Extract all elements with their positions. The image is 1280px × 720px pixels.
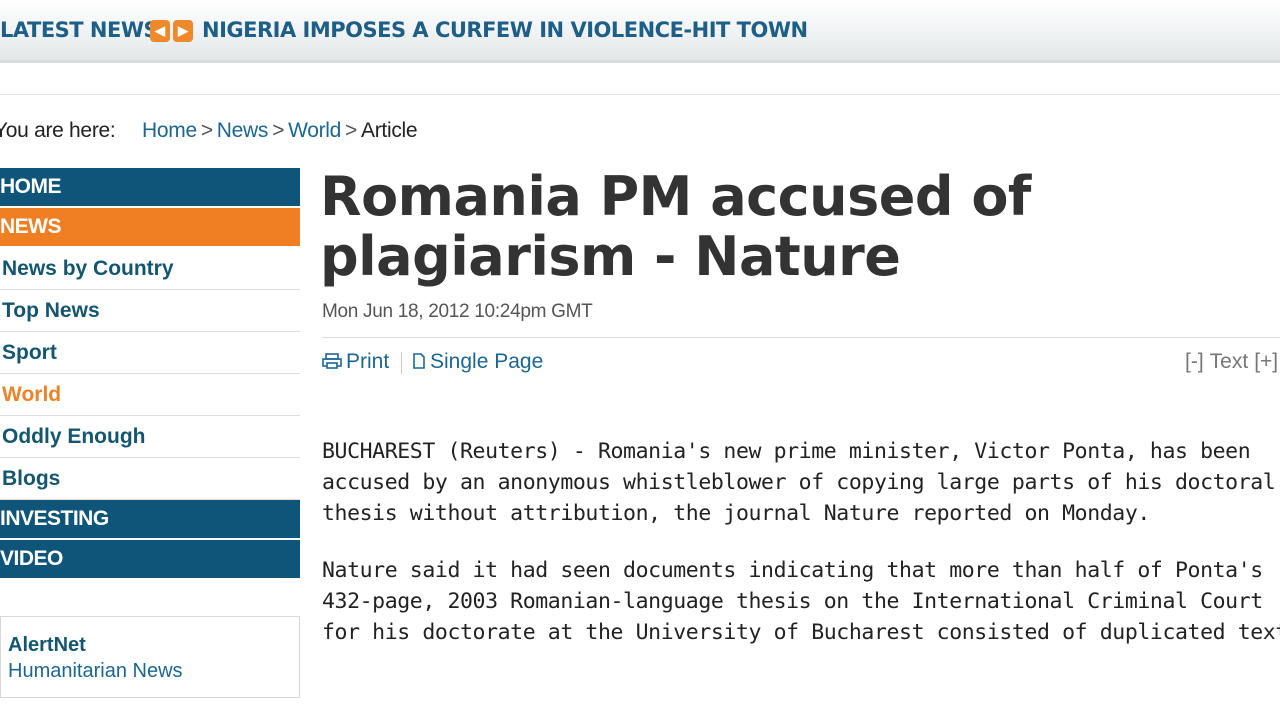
arrow-right-icon[interactable]: ▶ <box>173 20 193 42</box>
article-headline: Romania PM accused of plagiarism - Natur… <box>320 165 1031 288</box>
article-paragraph: Nature said it had seen documents indica… <box>322 558 1280 645</box>
ticker-label: LATEST NEWS <box>0 18 159 42</box>
nav-item-home[interactable]: HOME <box>0 168 300 206</box>
breadcrumb-current: Article <box>361 119 418 142</box>
alertnet-title[interactable]: AlertNet <box>8 634 86 657</box>
text-decrease-button[interactable]: [-] <box>1182 350 1207 373</box>
toolbar-divider <box>401 352 402 374</box>
printer-icon <box>322 353 342 369</box>
nav-item-news[interactable]: NEWS <box>0 208 300 246</box>
nav-item-sport[interactable]: Sport <box>0 332 300 374</box>
text-increase-button[interactable]: [+] <box>1251 350 1280 373</box>
single-page-label: Single Page <box>430 350 544 373</box>
breadcrumb-prefix: You are here: <box>0 119 116 142</box>
ticker-headline-link[interactable]: NIGERIA IMPOSES A CURFEW IN VIOLENCE-HIT… <box>202 18 808 42</box>
breadcrumb-separator: > <box>345 119 358 142</box>
breadcrumb-news[interactable]: News <box>217 119 269 142</box>
nav-item-top-news[interactable]: Top News <box>0 290 300 332</box>
nav-item-news-by-country[interactable]: News by Country <box>0 248 300 290</box>
breadcrumb-separator: > <box>272 119 285 142</box>
page-icon <box>413 353 425 369</box>
nav-item-video[interactable]: VIDEO <box>0 540 300 578</box>
breadcrumb-world[interactable]: World <box>288 119 341 142</box>
nav-item-world[interactable]: World <box>0 374 300 416</box>
breadcrumb-separator: > <box>200 119 213 142</box>
header-divider <box>0 94 1280 95</box>
article-paragraph: BUCHAREST (Reuters) - Romania's new prim… <box>322 439 1276 526</box>
article-body: BUCHAREST (Reuters) - Romania's new prim… <box>322 436 1280 674</box>
nav-item-oddly-enough[interactable]: Oddly Enough <box>0 416 300 458</box>
breadcrumb-home[interactable]: Home <box>142 119 197 142</box>
print-label: Print <box>346 350 390 373</box>
text-size-label: Text <box>1209 350 1249 373</box>
alertnet-subtitle[interactable]: Humanitarian News <box>8 660 183 683</box>
arrow-left-icon[interactable]: ◀ <box>150 20 170 42</box>
text-size-control: [-] Text [+] <box>1182 350 1280 374</box>
tools-divider <box>322 337 1280 338</box>
sidebar-nav: HOME NEWS News by Country Top News Sport… <box>0 168 300 580</box>
print-button[interactable]: Print <box>322 350 389 374</box>
nav-item-blogs[interactable]: Blogs <box>0 458 300 500</box>
breaking-news-ticker: LATEST NEWS ◀ ▶ NIGERIA IMPOSES A CURFEW… <box>0 0 1280 63</box>
article-toolbar: Print Single Page [-] Text [+] <box>322 350 1280 378</box>
breadcrumb: You are here: Home > News > World > Article <box>0 119 418 143</box>
nav-item-investing[interactable]: INVESTING <box>0 500 300 538</box>
single-page-button[interactable]: Single Page <box>412 350 543 374</box>
article-dateline: Mon Jun 18, 2012 10:24pm GMT <box>322 301 593 322</box>
alertnet-promo[interactable]: AlertNet Humanitarian News <box>0 616 300 698</box>
